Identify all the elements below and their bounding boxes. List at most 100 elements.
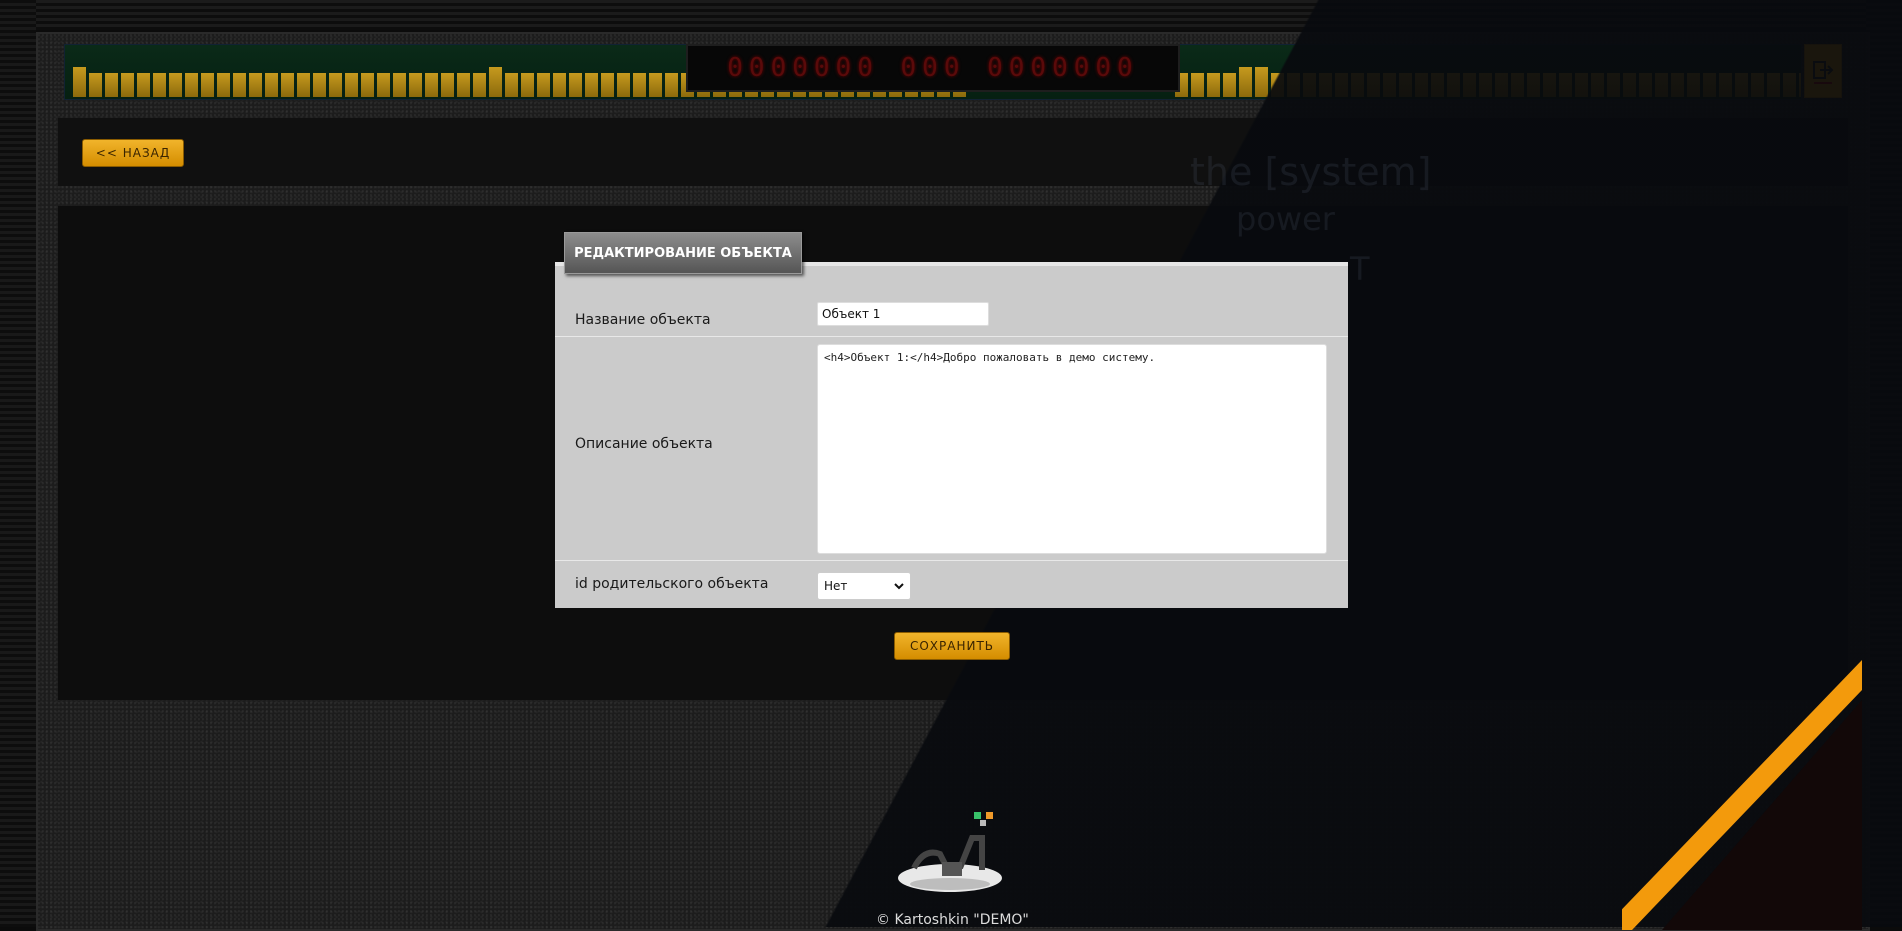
equalizer-bar (505, 73, 518, 97)
equalizer-bar (169, 73, 182, 97)
equalizer-right (1175, 67, 1801, 97)
equalizer-bar (105, 73, 118, 97)
equalizer-bar (73, 67, 86, 97)
equalizer-bar (425, 73, 438, 97)
equalizer-bar (1207, 73, 1220, 97)
equalizer-bar (393, 73, 406, 97)
equalizer-bar (377, 73, 390, 97)
equalizer-bar (1367, 73, 1380, 97)
equalizer-bar (89, 73, 102, 97)
equalizer-bar (441, 73, 454, 97)
equalizer-bar (281, 73, 294, 97)
equalizer-bar (1191, 73, 1204, 97)
equalizer-bar (1559, 73, 1572, 97)
logout-icon (1813, 61, 1834, 84)
watermark-line-1: the [system] (1190, 150, 1432, 194)
equalizer-bar (1399, 73, 1412, 97)
equalizer-bar (1495, 73, 1508, 97)
top-border-stripes (0, 0, 1902, 30)
equalizer-bar (1543, 73, 1556, 97)
equalizer-bar (121, 73, 134, 97)
led-display: 0000000 000 0000000 (686, 44, 1180, 92)
description-label: Описание объекта (575, 436, 713, 452)
equalizer-bar (185, 73, 198, 97)
equalizer-bar (1511, 73, 1524, 97)
back-button[interactable]: << НАЗАД (82, 139, 184, 167)
equalizer-bar (1415, 73, 1428, 97)
equalizer-bar (1223, 73, 1236, 97)
edit-object-form: Название объекта Описание объекта <h4>Об… (555, 262, 1348, 608)
equalizer-bar (153, 73, 166, 97)
equalizer-bar (1735, 73, 1748, 97)
equalizer-bar (409, 73, 422, 97)
equalizer-bar (1639, 73, 1652, 97)
save-button[interactable]: СОХРАНИТЬ (894, 632, 1010, 660)
right-border-stripes (1866, 0, 1902, 927)
equalizer-bar (217, 73, 230, 97)
equalizer-bar (1799, 73, 1801, 97)
description-textarea[interactable]: <h4>Объект 1:</h4>Добро пожаловать в дем… (817, 344, 1327, 554)
equalizer-bar (297, 73, 310, 97)
left-border-stripes (0, 0, 36, 927)
equalizer-bar (1655, 73, 1668, 97)
equalizer-bar (521, 73, 534, 97)
parent-select-value: Нет (824, 579, 848, 593)
equalizer-bar (233, 73, 246, 97)
parent-row: id родительского объекта (555, 560, 1348, 608)
copyright-text: © Kartoshkin "DEMO" (876, 912, 1029, 928)
equalizer-bar (1591, 73, 1604, 97)
equalizer-bar (313, 73, 326, 97)
equalizer-bar (345, 73, 358, 97)
watermark-line-3: T (1350, 250, 1370, 288)
equalizer-bar (361, 73, 374, 97)
equalizer-bar (473, 73, 486, 97)
equalizer-bar (649, 73, 662, 97)
equalizer-bar (249, 73, 262, 97)
equalizer-bar (1319, 73, 1332, 97)
name-input[interactable] (817, 302, 989, 326)
equalizer-bar (457, 73, 470, 97)
equalizer-bar (1575, 73, 1588, 97)
equalizer-bar (201, 73, 214, 97)
equalizer-bar (1271, 73, 1284, 97)
equalizer-bar (489, 67, 502, 97)
equalizer-bar (1767, 73, 1780, 97)
parent-select[interactable]: Нет (817, 572, 911, 600)
chevron-down-icon (894, 583, 904, 590)
name-label: Название объекта (575, 312, 711, 328)
equalizer-bar (1479, 73, 1492, 97)
equalizer-bar (585, 73, 598, 97)
name-row: Название объекта (555, 266, 1348, 337)
equalizer-bar (1255, 67, 1268, 97)
equalizer-bar (1671, 73, 1684, 97)
equalizer-bar (1351, 73, 1364, 97)
equalizer-bar (1463, 73, 1476, 97)
equalizer-bar (1751, 73, 1764, 97)
equalizer-bar (1335, 73, 1348, 97)
equalizer-bar (1431, 73, 1444, 97)
equalizer-bar (617, 73, 630, 97)
equalizer-bar (601, 73, 614, 97)
equalizer-bar (1527, 73, 1540, 97)
equalizer-bar (137, 73, 150, 97)
toolbar-band (58, 118, 1848, 186)
orange-corner-stripe (1622, 640, 1862, 930)
form-title-tab: РЕДАКТИРОВАНИЕ ОБЪЕКТА (564, 232, 802, 274)
equalizer-bar (537, 73, 550, 97)
watermark-line-2: power (1236, 200, 1335, 238)
equalizer-bar (665, 73, 678, 97)
equalizer-bar (553, 73, 566, 97)
logout-button[interactable] (1804, 44, 1842, 98)
equalizer-bar (569, 73, 582, 97)
equalizer-bar (633, 73, 646, 97)
parent-label: id родительского объекта (575, 576, 769, 592)
equalizer-bar (329, 73, 342, 97)
equalizer-bar (1719, 73, 1732, 97)
equalizer-bar (1287, 73, 1300, 97)
equalizer-bar (1687, 73, 1700, 97)
equalizer-bar (1783, 73, 1796, 97)
equalizer-bar (1447, 73, 1460, 97)
equalizer-bar (1383, 73, 1396, 97)
equalizer-bar (1607, 73, 1620, 97)
equalizer-bar (1623, 73, 1636, 97)
